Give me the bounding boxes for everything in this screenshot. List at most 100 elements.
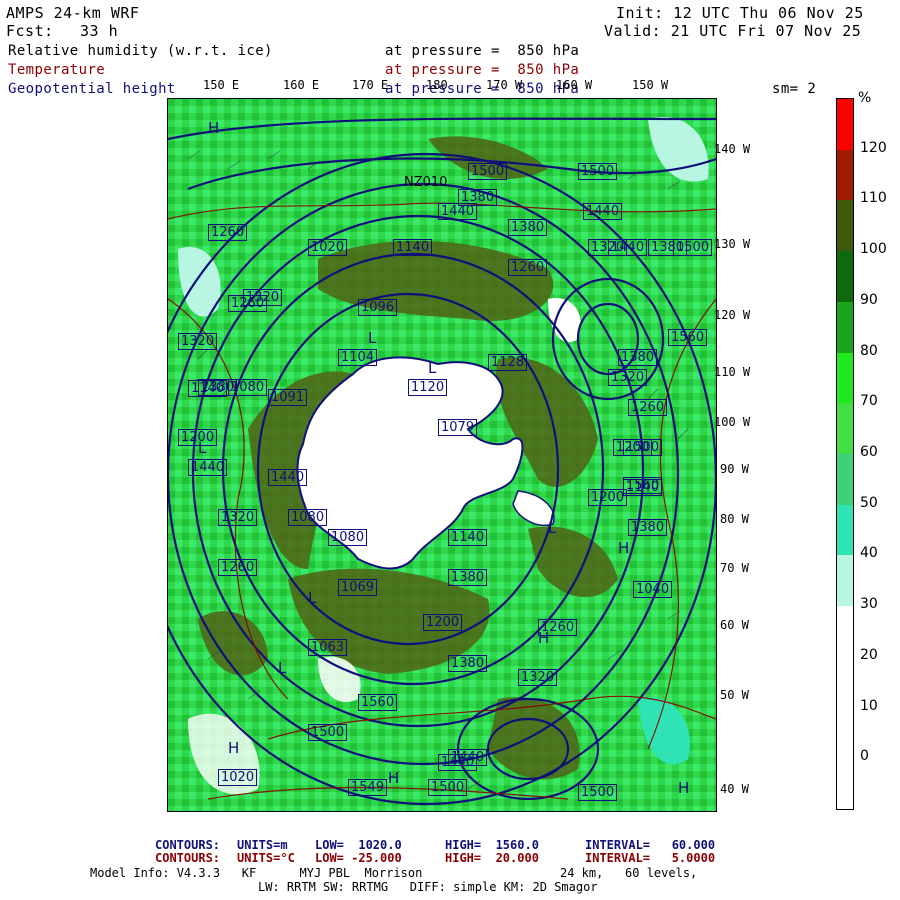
colorbar-tick-label: 80: [860, 342, 878, 359]
colorbar-tick-label: 60: [860, 444, 878, 460]
field-temp-name: Temperature: [8, 62, 106, 78]
contour-label: 1440: [583, 203, 623, 220]
forecast-hour: 33 h: [80, 22, 119, 40]
lon-label-160e: 160 E: [283, 78, 320, 92]
colorbar-segment: [837, 403, 853, 454]
colorbar-tick-label: 10: [860, 697, 878, 714]
contour-label: 1020: [218, 769, 258, 786]
contour-label: 1500: [428, 779, 468, 796]
model-info-line1: Model Info: V4.3.3 KF MYJ PBL Morrison: [90, 866, 423, 880]
contour-label: 1440: [188, 459, 228, 476]
contour-info-height-low: LOW= 1020.0: [315, 838, 402, 852]
contour-label: 1320: [218, 509, 258, 526]
high-pressure-marker: H: [538, 629, 550, 647]
contour-label: 1500: [578, 163, 618, 180]
map-panel: 1500 1500 1440 1440 1380 1380 1320 1260 1200 1140…: [167, 98, 717, 812]
high-pressure-marker: H: [618, 539, 630, 557]
lon-label-150w: 150 W: [632, 78, 669, 92]
low-pressure-marker: L: [308, 589, 317, 607]
lon-label-180: 180: [426, 78, 448, 92]
contour-label: 1549: [348, 779, 388, 796]
lon-right-60w: 60 W: [720, 618, 749, 632]
contour-label: 1069: [338, 579, 378, 596]
contour-label: 1500: [468, 163, 508, 180]
contour-label: 1500: [673, 239, 713, 256]
colorbar-tick-label: 70: [860, 393, 878, 410]
field-hgt-pressure: at pressure = 850 hPa: [385, 81, 580, 97]
contour-label: 1500: [308, 724, 348, 741]
contour-label: 1020: [308, 239, 348, 256]
contour-label: 1096: [358, 299, 398, 316]
contour-label: 1380: [508, 219, 548, 236]
field-rh-pressure: at pressure = 850 hPa: [385, 43, 580, 59]
contour-label: 1080: [288, 509, 328, 526]
valid-time: Valid: 21 UTC Fri 07 Nov 25: [604, 22, 862, 40]
lon-right-90w: 90 W: [720, 462, 749, 476]
low-pressure-marker: L: [278, 659, 287, 677]
colorbar-segment: [837, 200, 853, 252]
contour-label: 1560: [668, 329, 708, 346]
contour-label: 1440: [268, 469, 308, 486]
colorbar-tick-label: 120: [860, 139, 887, 156]
model-info-line2: LW: RRTM SW: RRTMG DIFF: simple KM: 2D S…: [258, 880, 598, 894]
contour-label: 1040: [633, 581, 673, 598]
low-pressure-marker: L: [198, 439, 207, 457]
contour-info-height-high: HIGH= 1560.0: [445, 838, 539, 852]
colorbar: [836, 98, 854, 810]
colorbar-segment: [837, 301, 853, 353]
colorbar-segment: [837, 454, 853, 505]
contour-label: 1080: [328, 529, 368, 546]
high-pressure-marker: H: [388, 769, 400, 787]
contour-info-temp-label: CONTOURS:: [155, 851, 221, 865]
init-time: Init: 12 UTC Thu 06 Nov 25: [616, 4, 864, 22]
colorbar-tick-label: 100: [860, 241, 887, 258]
smoothing-label: sm= 2: [772, 81, 817, 97]
contour-label: 1140: [393, 239, 433, 256]
contour-label: 1380: [458, 189, 498, 206]
contour-label: 1260: [218, 559, 258, 576]
high-pressure-marker: H: [228, 739, 240, 757]
lon-label-160w: 160 W: [556, 78, 593, 92]
contour-info-height-units: UNITS=m: [237, 838, 288, 852]
contour-label: 1380: [628, 519, 668, 536]
colorbar-segment: [837, 555, 853, 607]
contour-info-height-label: CONTOURS:: [155, 838, 221, 852]
contour-label: 1128: [488, 354, 528, 371]
contour-label: 1079: [438, 419, 478, 436]
contour-label: 1380: [448, 655, 488, 672]
contour-label: 1320: [518, 669, 558, 686]
contour-label: 1440: [608, 239, 648, 256]
contour-info-temp-interval: INTERVAL= 5.0000: [585, 851, 716, 865]
lon-label-170e: 170 E: [352, 78, 389, 92]
colorbar-segment: [837, 504, 853, 556]
contour-label: 1320: [243, 289, 283, 306]
colorbar-segment: [837, 352, 853, 404]
colorbar-tick-label: 50: [860, 494, 878, 511]
lon-right-120w: 120 W: [714, 308, 751, 322]
colorbar-tick-label: 40: [860, 545, 878, 562]
colorbar-tick-label: 20: [860, 646, 878, 663]
high-pressure-marker: H: [678, 779, 690, 797]
contour-label: 1500: [578, 784, 618, 801]
contour-label: 1560: [623, 477, 663, 494]
contour-label: 1500: [623, 439, 663, 456]
contour-label: 1380: [618, 349, 658, 366]
colorbar-tick-label: 30: [860, 596, 878, 613]
lon-right-50w: 50 W: [720, 688, 749, 702]
contour-label: 1140: [448, 529, 488, 546]
contour-label: 1260: [508, 259, 548, 276]
lon-right-140w: 140 W: [714, 142, 751, 156]
contour-label: 1200: [423, 614, 463, 631]
forecast-label: Fcst:: [6, 22, 54, 40]
colorbar-segment: [837, 99, 853, 150]
model-info-resolution: 24 km, 60 levels,: [560, 866, 698, 880]
contour-label: 1320: [178, 333, 218, 350]
field-rh-name: Relative humidity (w.r.t. ice): [8, 43, 273, 59]
field-temp-pressure: at pressure = 850 hPa: [385, 62, 580, 78]
contour-label: 1560: [358, 694, 398, 711]
high-pressure-marker: H: [208, 119, 220, 137]
low-pressure-marker: L: [368, 329, 377, 347]
contour-label: 1380: [198, 379, 238, 396]
colorbar-tick-label: 110: [860, 190, 887, 207]
contour-label: 1260: [628, 399, 668, 416]
